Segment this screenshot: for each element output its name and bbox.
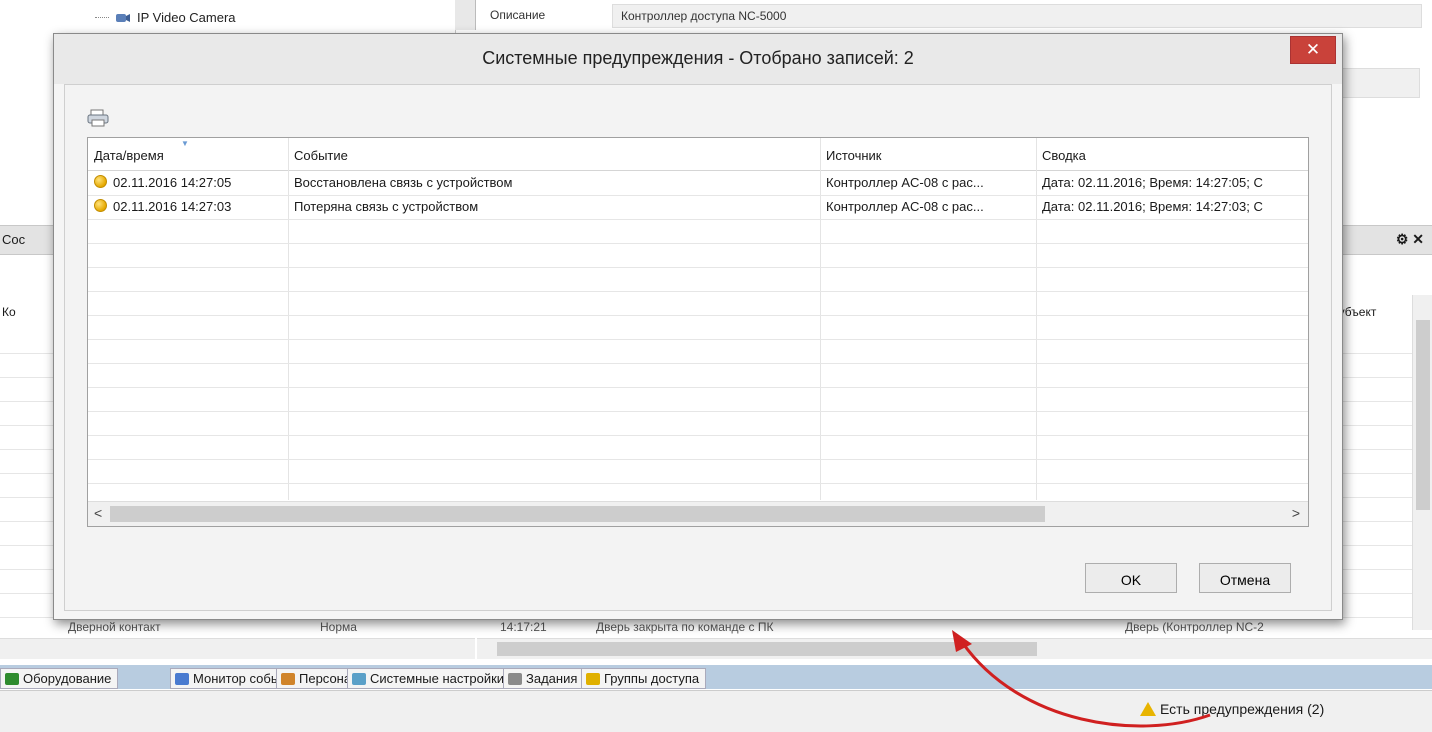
empty-row bbox=[88, 315, 1308, 340]
scroll-thumb[interactable] bbox=[110, 506, 1045, 522]
scroll-left-icon[interactable]: < bbox=[94, 505, 102, 521]
table-header: ▼ Дата/время Событие Источник Сводка bbox=[88, 138, 1308, 171]
dialog-content: ▼ Дата/время Событие Источник Сводка 02.… bbox=[64, 84, 1332, 611]
annotation-arrow bbox=[952, 630, 1211, 728]
row-right-time: 14:17:21 bbox=[500, 620, 547, 634]
status-dot-icon bbox=[94, 175, 107, 188]
camera-icon bbox=[116, 13, 130, 22]
empty-row bbox=[88, 435, 1308, 460]
column-header-datetime[interactable]: Дата/время bbox=[94, 148, 164, 163]
datetime-cell: 02.11.2016 14:27:03 bbox=[94, 199, 231, 214]
tab-icon bbox=[175, 672, 189, 685]
source-cell: Контроллер AC-08 с рас... bbox=[826, 175, 984, 190]
ok-button[interactable]: OK bbox=[1085, 563, 1177, 593]
events-vertical-scrollbar[interactable] bbox=[1412, 295, 1432, 630]
empty-row bbox=[88, 363, 1308, 388]
table-row[interactable]: 02.11.2016 14:27:05 Восстановлена связь … bbox=[88, 171, 1308, 196]
property-field[interactable] bbox=[1340, 68, 1420, 98]
print-icon[interactable] bbox=[87, 109, 109, 127]
tab-4[interactable]: Системные настройки bbox=[347, 668, 512, 689]
system-warnings-dialog: Системные предупреждения - Отобрано запи… bbox=[53, 33, 1343, 620]
tab-6[interactable]: Группы доступа bbox=[581, 668, 707, 689]
sort-indicator-icon: ▼ bbox=[181, 139, 189, 148]
datetime-value: 02.11.2016 14:27:03 bbox=[113, 199, 232, 214]
event-cell: Потеряна связь с устройством bbox=[294, 199, 479, 214]
tab-label: Системные настройки bbox=[370, 671, 505, 686]
row-right-text: Дверь закрыта по команде с ПК bbox=[596, 620, 774, 634]
tab-icon bbox=[586, 672, 600, 685]
event-cell: Восстановлена связь с устройством bbox=[294, 175, 513, 190]
empty-row bbox=[88, 387, 1308, 412]
tab-icon bbox=[508, 672, 522, 685]
empty-row bbox=[88, 267, 1308, 292]
tab-label: Группы доступа bbox=[604, 671, 700, 686]
tab-icon bbox=[5, 672, 19, 685]
cancel-button[interactable]: Отмена bbox=[1199, 563, 1291, 593]
description-field[interactable]: Контроллер доступа NC-5000 bbox=[612, 4, 1422, 28]
scroll-right-icon[interactable]: > bbox=[1292, 505, 1300, 521]
description-label: Описание bbox=[490, 8, 546, 22]
empty-row bbox=[88, 339, 1308, 364]
warnings-table: ▼ Дата/время Событие Источник Сводка 02.… bbox=[87, 137, 1309, 527]
column-header-event[interactable]: Событие bbox=[294, 148, 348, 163]
tab-label: Оборудование bbox=[23, 671, 112, 686]
tab-5[interactable]: Задания bbox=[503, 668, 585, 689]
tab-label: Задания bbox=[526, 671, 578, 686]
panel-header-title: Сос bbox=[2, 232, 26, 247]
empty-row bbox=[88, 291, 1308, 316]
tree-item-label: IP Video Camera bbox=[137, 10, 236, 25]
row-left-name: Дверной контакт bbox=[68, 620, 161, 634]
table-row[interactable]: 02.11.2016 14:27:03 Потеряна связь с уст… bbox=[88, 195, 1308, 220]
tree-connector bbox=[95, 17, 109, 18]
panel-controls[interactable]: ⚙ ✕ bbox=[1396, 231, 1424, 248]
source-cell: Контроллер AC-08 с рас... bbox=[826, 199, 984, 214]
empty-row bbox=[88, 243, 1308, 268]
tab-1[interactable]: Оборудование bbox=[0, 668, 119, 689]
column-header-source[interactable]: Источник bbox=[826, 148, 882, 163]
summary-cell: Дата: 02.11.2016; Время: 14:27:05; С bbox=[1042, 175, 1263, 190]
properties-panel: Описание Контроллер доступа NC-5000 bbox=[482, 0, 1432, 30]
column-header-summary[interactable]: Сводка bbox=[1042, 148, 1086, 163]
row-left-state: Норма bbox=[320, 620, 357, 634]
tab-icon bbox=[352, 672, 366, 685]
splitter[interactable] bbox=[455, 0, 476, 30]
empty-row bbox=[88, 459, 1308, 484]
dialog-title-bar[interactable]: Системные предупреждения - Отобрано запи… bbox=[54, 34, 1342, 84]
scroll-thumb[interactable] bbox=[1416, 320, 1430, 510]
datetime-value: 02.11.2016 14:27:05 bbox=[113, 175, 232, 190]
datetime-cell: 02.11.2016 14:27:05 bbox=[94, 175, 231, 190]
dialog-title: Системные предупреждения - Отобрано запи… bbox=[482, 48, 914, 68]
empty-row bbox=[88, 411, 1308, 436]
left-horizontal-scrollbar[interactable] bbox=[0, 638, 475, 659]
tree-item-ip-camera[interactable]: IP Video Camera bbox=[95, 10, 236, 25]
table-horizontal-scrollbar[interactable]: < > bbox=[88, 501, 1308, 526]
status-dot-icon bbox=[94, 199, 107, 212]
summary-cell: Дата: 02.11.2016; Время: 14:27:03; С bbox=[1042, 199, 1263, 214]
column-header-left: Ко bbox=[2, 305, 16, 319]
close-button[interactable]: ✕ bbox=[1290, 36, 1336, 64]
tab-icon bbox=[281, 672, 295, 685]
empty-row bbox=[88, 219, 1308, 244]
